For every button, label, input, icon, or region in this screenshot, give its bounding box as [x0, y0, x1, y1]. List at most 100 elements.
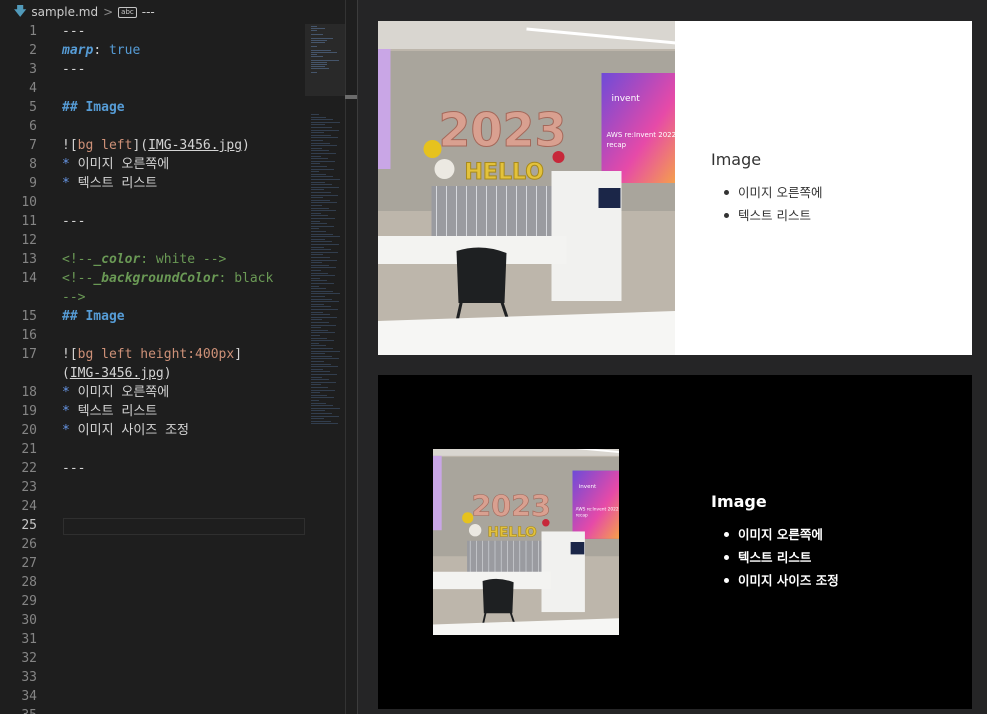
code-lines[interactable]: 1 --- 2 marp: true 3 --- 4 5 ## Image 6 7 ![bg left… [0, 22, 305, 714]
token: * [62, 423, 78, 438]
minimap[interactable] [305, 24, 345, 714]
minimap-line [311, 314, 330, 316]
slide-1-list: 이미지 오른쪽에 텍스트 리스트 [724, 181, 822, 227]
balloon-word-text: HELLO [488, 524, 537, 540]
minimap-line [311, 132, 324, 134]
minimap-line [311, 394, 327, 396]
line-text: ![bg left](IMG-3456.jpg) [62, 136, 250, 155]
code-line[interactable]: 18 * 이미지 오른쪽에 [0, 383, 305, 402]
minimap-line [311, 238, 325, 240]
code-line[interactable]: 9 * 텍스트 리스트 [0, 174, 305, 193]
breadcrumb-symbol[interactable]: --- [142, 5, 155, 19]
line-text: * 텍스트 리스트 [62, 402, 157, 421]
slide-1-background-image: invent AWS re:Invent 2022 recap 2023 HEL… [378, 21, 675, 355]
code-line[interactable]: 29 [0, 592, 305, 611]
code-line[interactable]: 17 ![bg left height:400px] [0, 345, 305, 364]
minimap-line [311, 233, 333, 235]
token: 텍스트 리스트 [77, 176, 158, 191]
editor-scrollbar[interactable] [345, 0, 357, 714]
minimap-line [311, 176, 333, 178]
slide-2-title: Image [711, 492, 767, 511]
code-line[interactable]: 34 [0, 687, 305, 706]
code-line[interactable]: 2 marp: true [0, 41, 305, 60]
line-number: 28 [21, 575, 37, 590]
code-line[interactable]: 20 * 이미지 사이즈 조정 [0, 421, 305, 440]
code-line[interactable]: 30 [0, 611, 305, 630]
minimap-line [311, 387, 328, 388]
code-line[interactable]: 27 [0, 554, 305, 573]
code-line[interactable]: (IMG-3456.jpg) [0, 364, 305, 383]
line-number: 11 [21, 214, 37, 229]
code-line[interactable]: 23 [0, 478, 305, 497]
screen-brand-text: invent [612, 94, 641, 104]
minimap-line [311, 402, 326, 404]
code-line[interactable]: 8 * 이미지 오른쪽에 [0, 155, 305, 174]
code-line[interactable]: 15 ## Image [0, 307, 305, 326]
minimap-line [311, 189, 324, 191]
code-line[interactable]: 12 [0, 231, 305, 250]
line-number: 5 [29, 100, 37, 115]
token: * [62, 157, 78, 172]
line-text: --- [62, 459, 85, 478]
minimap-line [311, 415, 339, 417]
code-line[interactable]: 13 <!--_color: white --> [0, 250, 305, 269]
minimap-line [311, 207, 329, 209]
code-line[interactable]: 11 --- [0, 212, 305, 231]
minimap-line [311, 322, 329, 323]
balloon-year-text: 2023 [439, 103, 567, 157]
line-text: * 이미지 오른쪽에 [62, 155, 169, 174]
code-line[interactable]: 24 [0, 497, 305, 516]
code-line[interactable]: 5 ## Image [0, 98, 305, 117]
code-line[interactable]: 7 ![bg left](IMG-3456.jpg) [0, 136, 305, 155]
code-line[interactable]: 33 [0, 668, 305, 687]
line-text: ## Image [62, 98, 125, 117]
minimap-line [311, 137, 338, 139]
code-line[interactable]: 10 [0, 193, 305, 212]
minimap-line [311, 389, 335, 391]
code-line[interactable]: 32 [0, 649, 305, 668]
line-text: marp: true [62, 41, 140, 60]
minimap-line [311, 423, 338, 425]
line-number: 9 [29, 176, 37, 191]
code-line[interactable]: 26 [0, 535, 305, 554]
token: --- [62, 24, 86, 39]
photo-illustration: invent AWS re:Invent 2022 recap 2023 HEL… [378, 21, 675, 355]
minimap-line [311, 257, 330, 258]
line-number: 26 [21, 537, 37, 552]
code-line[interactable]: 21 [0, 440, 305, 459]
minimap-slider[interactable] [305, 24, 345, 96]
code-line[interactable]: 35 [0, 706, 305, 714]
line-number: 12 [21, 233, 37, 248]
token: ]( [132, 138, 149, 153]
line-number: 17 [21, 347, 37, 362]
minimap-line [311, 223, 327, 225]
code-line[interactable]: 3 --- [0, 60, 305, 79]
editor-scrollbar-thumb[interactable] [345, 95, 357, 99]
code-line[interactable]: 22 --- [0, 459, 305, 478]
token: ## Image [62, 309, 125, 324]
minimap-line [311, 405, 333, 407]
screen-brand-text: invent [579, 484, 597, 490]
code-line[interactable]: 19 * 텍스트 리스트 [0, 402, 305, 421]
line-text: --> [62, 288, 85, 307]
code-line[interactable]: 16 [0, 326, 305, 345]
screen-subtitle-text: recap [607, 141, 627, 149]
code-line[interactable]: 6 [0, 117, 305, 136]
breadcrumb-file[interactable]: sample.md [31, 5, 98, 19]
token: ) [242, 138, 250, 153]
code-line[interactable]: 28 [0, 573, 305, 592]
markdown-editor[interactable]: 🡇 sample.md > abc --- 1 --- 2 marp: true 3 --… [0, 0, 357, 714]
code-line[interactable]: 4 [0, 79, 305, 98]
marp-preview[interactable]: invent AWS re:Invent 2022 recap 2023 HEL… [358, 0, 987, 714]
token: IMG-3456.jpg [69, 366, 164, 381]
minimap-line [311, 267, 336, 269]
code-line[interactable]: 1 --- [0, 22, 305, 41]
token: marp [62, 43, 94, 58]
minimap-line [311, 296, 325, 297]
code-line[interactable]: 14 <!--_backgroundColor: black [0, 269, 305, 288]
minimap-line [311, 236, 340, 238]
line-text: ## Image [62, 307, 125, 326]
code-line[interactable]: 31 [0, 630, 305, 649]
token: bg left [77, 138, 133, 153]
code-line[interactable]: --> [0, 288, 305, 307]
